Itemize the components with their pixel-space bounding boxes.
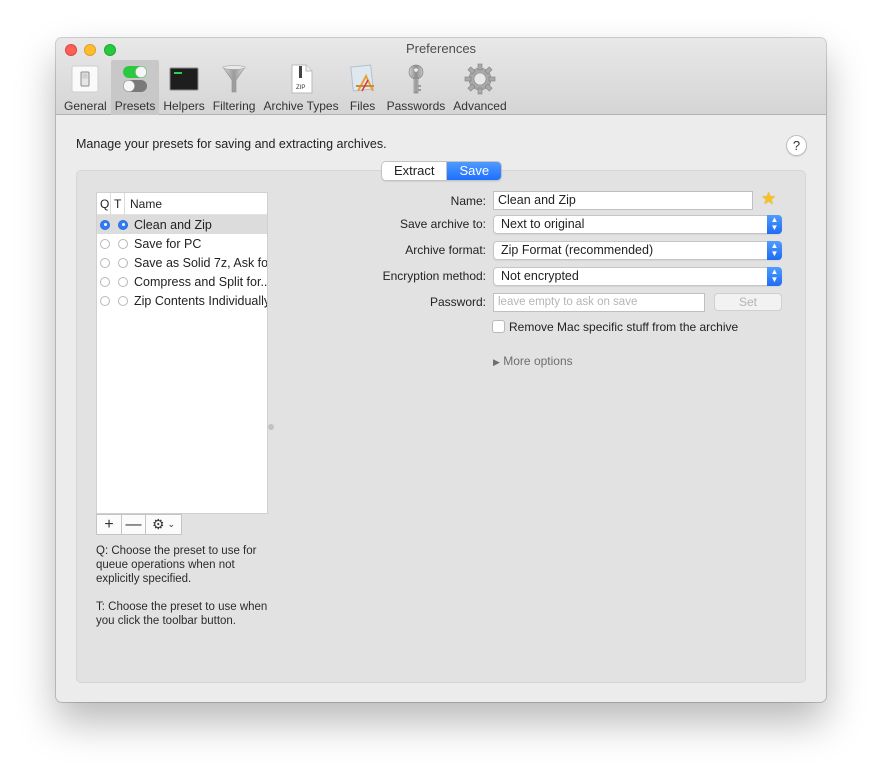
toolbar-label: Presets [114, 99, 156, 113]
table-row[interactable]: Clean and Zip [97, 215, 267, 234]
presets-table: Q T Name Clean and Zip Save for PC Save … [96, 192, 268, 514]
encryption-method-popup[interactable]: Not encrypted ▲ ▼ [493, 267, 782, 286]
popup-arrows-icon: ▲ ▼ [767, 215, 782, 234]
preset-name: Save as Solid 7z, Ask fo... [134, 255, 267, 270]
toolbar-label: Filtering [212, 99, 256, 113]
popup-arrows-icon: ▲ ▼ [767, 241, 782, 260]
save-archive-to-label: Save archive to: [399, 217, 486, 231]
remove-mac-stuff-label[interactable]: Remove Mac specific stuff from the archi… [509, 320, 738, 334]
toolbar-label: Passwords [386, 99, 446, 113]
t-radio[interactable] [118, 295, 128, 306]
q-t-help-text: Q: Choose the preset to use for queue op… [96, 544, 276, 642]
preferences-window: Preferences General Presets Helpers Filt… [56, 38, 826, 702]
t-help: T: Choose the preset to use when you cli… [96, 601, 268, 627]
t-radio[interactable] [118, 257, 128, 268]
split-view-handle[interactable] [268, 424, 274, 430]
toolbar-item-advanced[interactable]: Advanced [449, 60, 510, 115]
segment-save[interactable]: Save [446, 162, 502, 180]
table-row[interactable]: Zip Contents Individually [97, 291, 267, 310]
preset-name: Zip Contents Individually [134, 293, 267, 308]
toolbar-label: Archive Types [263, 99, 339, 113]
q-radio[interactable] [100, 295, 110, 306]
presets-description: Manage your presets for saving and extra… [76, 137, 387, 151]
t-radio[interactable] [118, 238, 128, 249]
presets-toggles-icon [119, 63, 151, 95]
set-password-button[interactable]: Set [714, 293, 782, 311]
general-switch-icon [69, 63, 101, 95]
archive-format-value: Zip Format (recommended) [501, 243, 654, 257]
q-radio[interactable] [100, 219, 110, 230]
add-preset-button[interactable]: + [97, 515, 121, 534]
toolbar-item-archive-types[interactable]: ZIP Archive Types [259, 60, 342, 115]
t-radio[interactable] [118, 276, 128, 287]
toolbar-label: Helpers [163, 99, 205, 113]
disclosure-triangle-icon: ▶ [493, 357, 500, 367]
preset-name: Clean and Zip [134, 217, 212, 232]
preset-actions-menu-button[interactable]: ⚙ ⌄ [145, 515, 181, 534]
toolbar-item-general[interactable]: General [60, 60, 111, 115]
q-radio[interactable] [100, 276, 110, 287]
table-row[interactable]: Save for PC [97, 234, 267, 253]
toolbar-label: General [64, 99, 107, 113]
column-header-t[interactable]: T [111, 192, 125, 215]
archive-format-popup[interactable]: Zip Format (recommended) ▲ ▼ [493, 241, 782, 260]
gear-icon: ⚙ [151, 516, 165, 532]
password-label: Password: [429, 295, 486, 309]
window-title: Preferences [56, 41, 826, 56]
table-header: Q T Name [97, 192, 267, 215]
terminal-icon [168, 63, 200, 95]
title-bar: Preferences General Presets Helpers Filt… [56, 38, 826, 115]
key-icon [400, 63, 432, 95]
toolbar-item-presets[interactable]: Presets [110, 60, 160, 115]
save-archive-to-value: Next to original [501, 217, 585, 231]
svg-text:ZIP: ZIP [296, 85, 305, 91]
extract-save-segmented-control: Extract Save [381, 161, 503, 181]
toolbar-item-passwords[interactable]: Passwords [383, 60, 450, 115]
favorite-star-icon[interactable]: ★ [761, 189, 776, 209]
preset-name: Save for PC [134, 236, 202, 251]
column-header-name[interactable]: Name [125, 193, 162, 215]
preset-name-field[interactable]: Clean and Zip [493, 191, 753, 210]
table-row[interactable]: Compress and Split for... [97, 272, 267, 291]
window-title-text: Preferences [405, 41, 477, 56]
q-radio[interactable] [100, 257, 110, 268]
save-archive-to-popup[interactable]: Next to original ▲ ▼ [493, 215, 782, 234]
more-options-disclosure[interactable]: ▶ More options [493, 354, 573, 368]
preferences-toolbar: General Presets Helpers Filtering ZIP Ar… [56, 60, 511, 115]
name-label: Name: [450, 194, 486, 208]
toolbar-item-filtering[interactable]: Filtering [209, 60, 260, 115]
popup-arrows-icon: ▲ ▼ [767, 267, 782, 286]
toolbar-label: Files [349, 99, 376, 113]
toolbar-item-helpers[interactable]: Helpers [159, 60, 208, 115]
encryption-method-value: Not encrypted [501, 269, 579, 283]
column-header-q[interactable]: Q [97, 192, 111, 215]
toolbar-label: Advanced [453, 99, 507, 113]
funnel-icon [218, 63, 250, 95]
table-button-bar: + — ⚙ ⌄ [96, 514, 182, 535]
q-radio[interactable] [100, 238, 110, 249]
help-button[interactable]: ? [786, 135, 807, 156]
zip-file-icon: ZIP [285, 63, 317, 95]
q-help: Q: Choose the preset to use for queue op… [96, 545, 257, 585]
t-radio[interactable] [118, 219, 128, 230]
app-file-icon [347, 63, 379, 95]
segment-extract[interactable]: Extract [382, 162, 447, 180]
table-row[interactable]: Save as Solid 7z, Ask fo... [97, 253, 267, 272]
more-options-label: More options [503, 354, 573, 368]
chevron-down-icon: ⌄ [167, 519, 176, 529]
preset-name: Compress and Split for... [134, 274, 267, 289]
toolbar-item-files[interactable]: Files [343, 60, 383, 115]
encryption-method-label: Encryption method: [382, 269, 486, 283]
remove-preset-button[interactable]: — [121, 515, 145, 534]
password-field[interactable]: leave empty to ask on save [493, 293, 705, 312]
remove-mac-stuff-checkbox[interactable] [492, 320, 505, 333]
gear-icon [464, 63, 496, 95]
archive-format-label: Archive format: [405, 243, 486, 257]
